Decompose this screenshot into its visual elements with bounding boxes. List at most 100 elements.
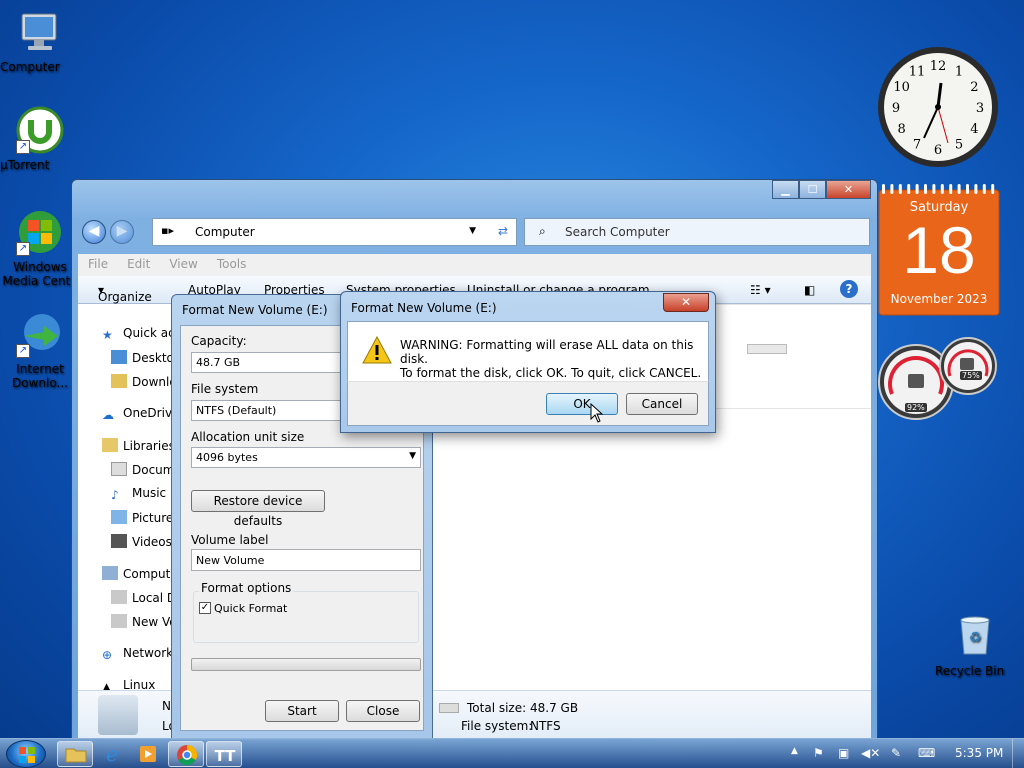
clock-number: 2 bbox=[970, 80, 978, 95]
desktop-icon-recycle-bin[interactable]: ♻ Recycle Bin bbox=[935, 612, 1015, 678]
internet-download-manager-icon: ↗ bbox=[16, 310, 64, 358]
nav-videos[interactable]: Videos bbox=[111, 534, 172, 549]
nav-documents[interactable]: Docum bbox=[111, 462, 174, 477]
desktop-icon-computer[interactable]: Computer bbox=[0, 8, 80, 74]
menu-edit[interactable]: Edit bbox=[117, 254, 159, 271]
windows-media-center-icon: ↗ bbox=[16, 208, 64, 256]
desktop-icon-label: Internet Downlo... bbox=[12, 362, 68, 390]
desktop-icon-internet-download-manager[interactable]: ↗ Internet Downlo... bbox=[0, 310, 80, 390]
taskbar-chrome-button[interactable] bbox=[168, 741, 204, 767]
nav-new-volume[interactable]: New Vo bbox=[111, 614, 177, 629]
search-placeholder: Search Computer bbox=[565, 225, 670, 239]
file-system-label: File system: bbox=[461, 719, 533, 733]
volume-label-label: Volume label bbox=[191, 533, 269, 547]
calendar-date: 18 bbox=[902, 213, 976, 287]
address-dropdown-icon[interactable]: ▼ bbox=[469, 226, 476, 236]
minimize-button[interactable]: ▁ bbox=[772, 180, 799, 199]
ok-button[interactable]: OK bbox=[546, 393, 618, 415]
memory-percent: 75% bbox=[960, 371, 982, 380]
close-dialog-button[interactable]: Close bbox=[346, 700, 420, 722]
svg-text:TT: TT bbox=[215, 747, 237, 765]
start-button[interactable]: Start bbox=[265, 700, 339, 722]
help-icon[interactable]: ? bbox=[840, 280, 858, 298]
volume-label-input[interactable]: New Volume bbox=[191, 549, 421, 571]
view-options-icon[interactable]: ☷ ▾ bbox=[750, 283, 771, 297]
restore-defaults-button[interactable]: Restore device defaults bbox=[191, 490, 325, 528]
menu-view[interactable]: View bbox=[159, 254, 206, 271]
desktop-icon-utorrent[interactable]: ↗ µTorrent bbox=[0, 106, 80, 172]
clock-number: 11 bbox=[909, 65, 926, 80]
clock-time[interactable]: 5:35 PM bbox=[955, 746, 1003, 760]
clock-number: 5 bbox=[955, 137, 963, 152]
back-button[interactable]: ◀ bbox=[82, 220, 106, 244]
show-hidden-icons[interactable]: ▲ bbox=[791, 746, 798, 756]
desktop-icon-label: Windows Media Cente bbox=[2, 260, 78, 288]
total-size-label: Total size: bbox=[467, 701, 527, 715]
start-button[interactable] bbox=[6, 740, 46, 768]
chrome-icon bbox=[177, 744, 198, 766]
network-icon: ⊕ bbox=[102, 648, 113, 662]
menu-bar: File Edit View Tools bbox=[78, 254, 871, 276]
warning-message: WARNING: Formatting will erase ALL data … bbox=[400, 338, 708, 380]
nav-local-disk[interactable]: Local D bbox=[111, 590, 176, 605]
file-system-value: NTFS bbox=[530, 719, 561, 733]
nav-pictures[interactable]: Pictures bbox=[111, 510, 178, 525]
folder-icon bbox=[65, 748, 87, 763]
nav-computer[interactable]: Compute bbox=[102, 566, 178, 581]
nav-desktop[interactable]: Desktop bbox=[111, 350, 178, 365]
menu-tools[interactable]: Tools bbox=[207, 254, 256, 271]
menu-file[interactable]: File bbox=[78, 254, 117, 271]
local-disk-icon bbox=[111, 590, 127, 604]
filesystem-label: File system bbox=[191, 382, 259, 396]
quick-format-checkbox[interactable]: ✓ bbox=[199, 602, 211, 614]
volume-muted-icon[interactable]: ◀✕ bbox=[861, 746, 880, 760]
drive-usage-bar bbox=[747, 344, 787, 354]
refresh-icon[interactable]: ⇄ bbox=[498, 224, 508, 238]
forward-button[interactable]: ▶ bbox=[110, 220, 134, 244]
clock-number: 10 bbox=[893, 80, 910, 95]
calendar-month: November 2023 bbox=[890, 292, 988, 306]
clock-number: 1 bbox=[955, 65, 963, 80]
documents-icon bbox=[111, 462, 127, 476]
cpu-meter-gadget[interactable]: 92% 75% bbox=[878, 330, 1000, 422]
clock-number: 4 bbox=[970, 122, 978, 137]
allocation-unit-select[interactable]: 4096 bytes ▼ bbox=[191, 447, 421, 468]
network-tray-icon[interactable]: ▣ bbox=[838, 746, 849, 760]
calendar-gadget[interactable]: Saturday 18 November 2023 bbox=[878, 182, 1000, 316]
nav-onedrive[interactable]: ☁ OneDrive bbox=[102, 406, 178, 422]
taskbar-app-button[interactable]: TT bbox=[206, 741, 242, 767]
quick-format-label: Quick Format bbox=[214, 602, 288, 615]
warning-close-button[interactable]: ✕ bbox=[663, 293, 709, 312]
taskbar-ie-button[interactable]: e bbox=[94, 741, 130, 767]
organize-button[interactable]: Organize ▾ bbox=[98, 283, 152, 304]
utorrent-icon: ↗ bbox=[16, 106, 64, 154]
nav-quick-access[interactable]: ★ Quick ac bbox=[102, 326, 175, 342]
search-input[interactable]: ⌕ Search Computer bbox=[524, 218, 870, 246]
recycle-bin-icon: ♻ bbox=[951, 612, 999, 660]
pen-input-icon[interactable]: ✎ bbox=[891, 746, 901, 760]
window-controls: ▁ ☐ ✕ bbox=[772, 180, 871, 199]
cancel-button[interactable]: Cancel bbox=[626, 393, 698, 415]
clock-gadget[interactable]: 12 1 2 3 4 5 6 7 8 9 10 11 bbox=[876, 45, 1000, 169]
nav-network[interactable]: ⊕ Network bbox=[102, 646, 173, 662]
nav-libraries[interactable]: Libraries bbox=[102, 438, 175, 453]
shortcut-arrow-icon: ↗ bbox=[16, 344, 30, 358]
preview-pane-icon[interactable]: ◧ bbox=[804, 283, 815, 297]
clock-number: 9 bbox=[892, 101, 900, 116]
taskbar-explorer-button[interactable] bbox=[57, 741, 93, 767]
nav-downloads[interactable]: Downlo bbox=[111, 374, 177, 389]
desktop-icon-windows-media-center[interactable]: ↗ Windows Media Cente bbox=[0, 208, 80, 288]
address-bar[interactable]: ▪▸ Computer ▼ ⇄ bbox=[152, 218, 517, 246]
warning-dialog-title: Format New Volume (E:) bbox=[351, 301, 497, 315]
close-button[interactable]: ✕ bbox=[826, 180, 871, 199]
keyboard-icon[interactable]: ⌨ bbox=[918, 746, 935, 760]
navigation-bar: ◀ ▶ ▪▸ Computer ▼ ⇄ ⌕ Search Computer bbox=[80, 216, 870, 246]
maximize-button[interactable]: ☐ bbox=[799, 180, 826, 199]
nav-music[interactable]: ♪ Music bbox=[111, 486, 166, 502]
warning-body: WARNING: Formatting will erase ALL data … bbox=[347, 321, 709, 381]
action-center-icon[interactable]: ⚑ bbox=[813, 746, 824, 760]
taskbar-media-player-button[interactable] bbox=[130, 741, 166, 767]
format-dialog-title: Format New Volume (E:) bbox=[182, 303, 328, 317]
show-desktop-button[interactable] bbox=[1012, 739, 1024, 768]
drive-icon bbox=[111, 614, 127, 628]
